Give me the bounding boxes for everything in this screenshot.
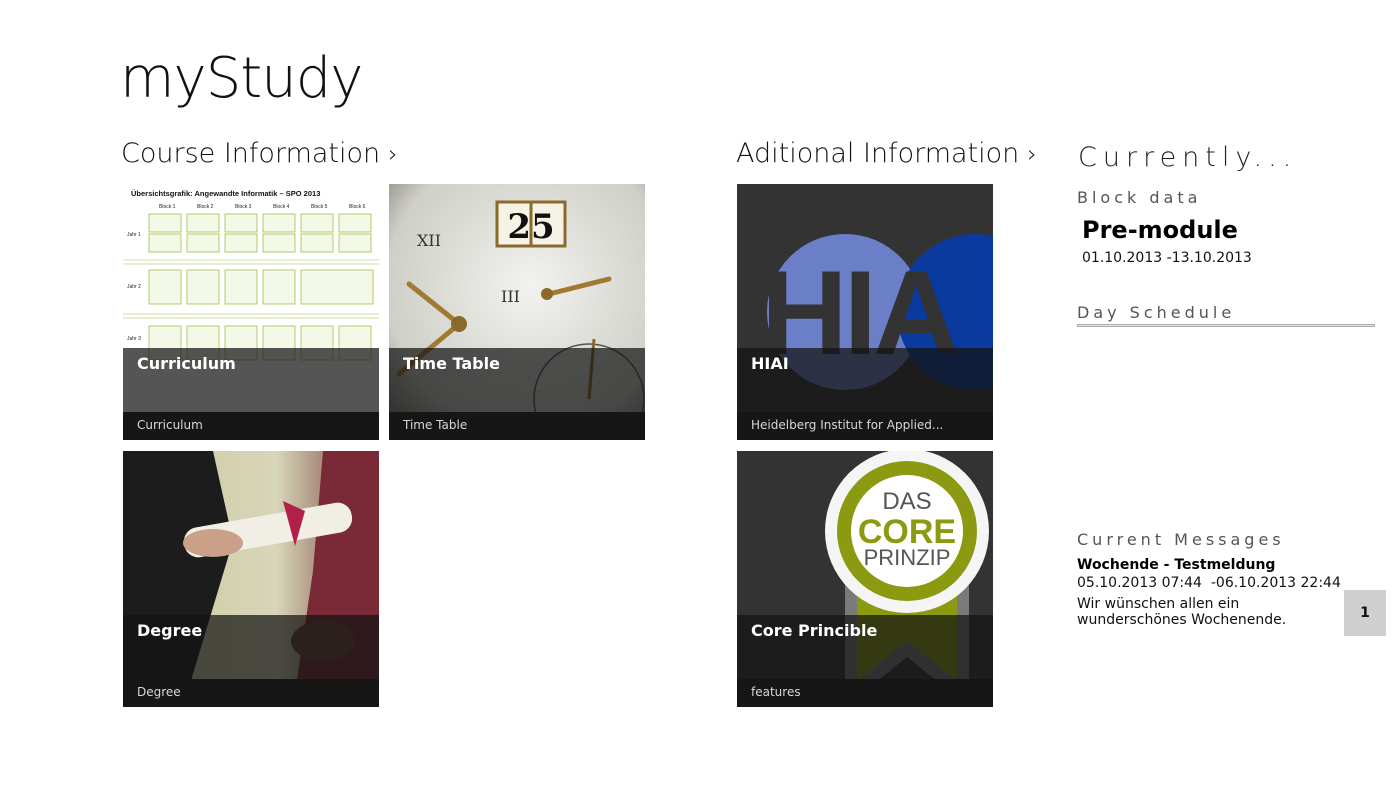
- chevron-right-icon: ›: [1027, 140, 1037, 168]
- curriculum-art-block-6: Block 6: [349, 204, 366, 210]
- curriculum-art-block-1: Block 1: [159, 204, 176, 210]
- watch-date-text: 25: [507, 207, 554, 247]
- current-messages-heading: Current Messages: [1077, 530, 1285, 549]
- timetable-tile-title: Time Table: [403, 354, 500, 373]
- curriculum-art-block-3: Block 3: [235, 204, 252, 210]
- course-information-label: Course Information: [121, 138, 381, 169]
- curriculum-art-year-3: Jahr 3: [127, 336, 141, 342]
- course-information-header[interactable]: Course Information ›: [121, 138, 398, 169]
- message-dates: 05.10.2013 07:44 -06.10.2013 22:44: [1077, 575, 1341, 591]
- day-schedule-heading: Day Schedule: [1077, 303, 1236, 322]
- curriculum-art-block-5: Block 5: [311, 204, 328, 210]
- svg-text:III: III: [501, 287, 520, 306]
- curriculum-tile[interactable]: Übersichtsgrafik: Angewandte Informatik …: [123, 184, 379, 440]
- core-principle-tile-subtitle: features: [751, 685, 801, 699]
- timetable-tile[interactable]: 25 XII III Time Table Time Table: [389, 184, 645, 440]
- curriculum-tile-subtitle: Curriculum: [137, 418, 203, 432]
- chevron-right-icon: ›: [388, 140, 398, 168]
- message-title: Wochende - Testmeldung: [1077, 557, 1276, 573]
- degree-tile-title: Degree: [137, 621, 203, 640]
- block-data-heading: Block data: [1077, 188, 1202, 207]
- core-principle-tile[interactable]: DAS CORE PRINZIP Core Princible features: [737, 451, 993, 707]
- core-logo-line-1: DAS: [882, 488, 931, 515]
- curriculum-art-year-1: Jahr 1: [127, 232, 141, 238]
- curriculum-art-block-2: Block 2: [197, 204, 214, 210]
- curriculum-art-heading: Übersichtsgrafik: Angewandte Informatik …: [131, 189, 320, 198]
- message-page-button[interactable]: 1: [1344, 590, 1386, 636]
- additional-information-label: Aditional Information: [736, 138, 1020, 169]
- svg-text:XII: XII: [417, 231, 441, 250]
- app-title: myStudy: [120, 46, 363, 111]
- hiai-tile-subtitle: Heidelberg Institut for Applied...: [751, 418, 944, 432]
- curriculum-art-year-2: Jahr 2: [127, 284, 141, 290]
- curriculum-art-block-4: Block 4: [273, 204, 290, 210]
- currently-title: Currently...: [1078, 142, 1298, 173]
- timetable-tile-subtitle: Time Table: [403, 418, 468, 432]
- block-dates: 01.10.2013 -13.10.2013: [1082, 250, 1252, 266]
- curriculum-tile-title: Curriculum: [137, 354, 236, 373]
- degree-tile-subtitle: Degree: [137, 685, 181, 699]
- degree-tile[interactable]: Degree Degree: [123, 451, 379, 707]
- message-body: Wir wünschen allen ein wunderschönes Woc…: [1077, 596, 1287, 628]
- core-logo-line-3: PRINZIP: [864, 545, 951, 570]
- core-principle-tile-title: Core Princible: [751, 621, 878, 640]
- hiai-tile-title: HIAI: [751, 354, 789, 373]
- hiai-tile[interactable]: HIA HIAI Heidelberg Institut for Applied…: [737, 184, 993, 440]
- additional-information-header[interactable]: Aditional Information ›: [736, 138, 1037, 169]
- block-name: Pre-module: [1082, 216, 1238, 244]
- day-schedule-bar: [1077, 324, 1375, 327]
